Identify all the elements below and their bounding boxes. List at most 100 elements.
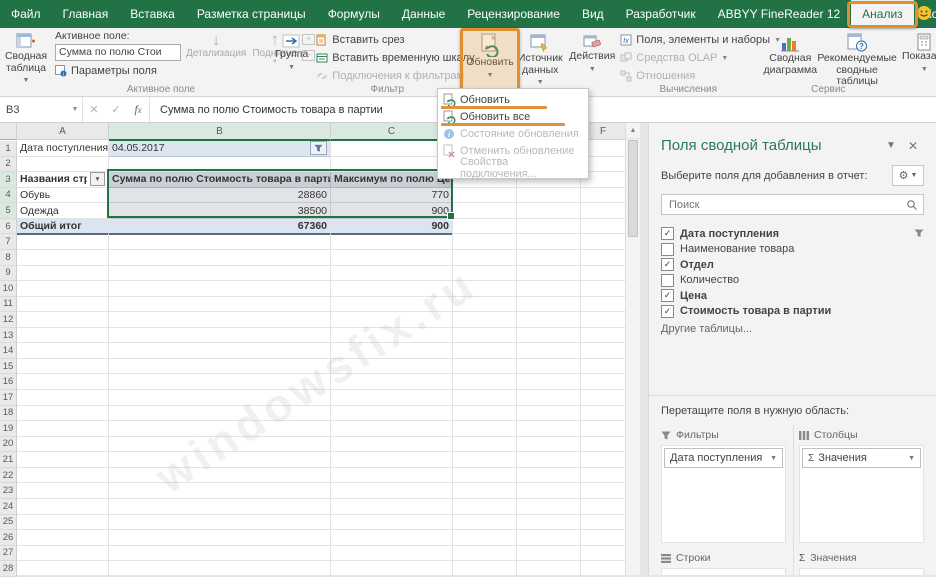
cell-E10[interactable] <box>517 281 581 297</box>
cell-C25[interactable] <box>331 515 453 531</box>
field-chip[interactable]: Дата поступления ▼ <box>664 448 783 468</box>
formula-text[interactable]: Сумма по полю Стоимость товара в партии <box>150 104 383 116</box>
filters-area-box[interactable]: Дата поступления ▼ <box>661 445 786 543</box>
cell-D26[interactable] <box>453 530 517 546</box>
cell-F16[interactable] <box>581 374 626 390</box>
cell-C21[interactable] <box>331 452 453 468</box>
applied-filter-icon[interactable] <box>310 141 327 155</box>
cell-E4[interactable] <box>517 188 581 204</box>
cell-A8[interactable] <box>17 250 109 266</box>
field-checkbox[interactable]: ✓ <box>661 305 674 318</box>
filter-group-item[interactable]: Вставить срез <box>316 32 458 48</box>
cell-F20[interactable] <box>581 437 626 453</box>
cell-F22[interactable] <box>581 468 626 484</box>
cell-E22[interactable] <box>517 468 581 484</box>
row-header-18[interactable]: 18 <box>0 406 17 422</box>
field-checkbox[interactable]: ✓ <box>661 289 674 302</box>
cell-F15[interactable] <box>581 359 626 375</box>
cell-D16[interactable] <box>453 374 517 390</box>
cell-F4[interactable] <box>581 188 626 204</box>
field-chip[interactable]: Σ Значения ▼ <box>802 448 921 468</box>
row-header-8[interactable]: 8 <box>0 250 17 266</box>
pivot-chart-button[interactable]: Сводная диаграмма <box>761 30 819 91</box>
drill-down-button[interactable]: ↓ Детализация <box>185 30 247 79</box>
cell-F7[interactable] <box>581 234 626 250</box>
cell-B7[interactable] <box>109 234 331 250</box>
cell-E5[interactable] <box>517 203 581 219</box>
row-header-14[interactable]: 14 <box>0 343 17 359</box>
cell-D5[interactable] <box>453 203 517 219</box>
menu-item-обновить[interactable]: Обновить <box>438 91 588 108</box>
cell-C22[interactable] <box>331 468 453 484</box>
column-header-B[interactable]: B <box>109 123 331 141</box>
cell-C4[interactable]: 770 <box>331 188 453 204</box>
cell-F6[interactable] <box>581 219 626 235</box>
field-row-отдел[interactable]: ✓Отдел <box>661 257 924 273</box>
cell-A26[interactable] <box>17 530 109 546</box>
cell-E23[interactable] <box>517 483 581 499</box>
row-header-20[interactable]: 20 <box>0 437 17 453</box>
field-checkbox[interactable] <box>661 243 674 256</box>
cell-C24[interactable] <box>331 499 453 515</box>
cell-D23[interactable] <box>453 483 517 499</box>
field-row-наименование-товара[interactable]: Наименование товара <box>661 242 924 258</box>
cell-C8[interactable] <box>331 250 453 266</box>
tab-Разметка страницы[interactable]: Разметка страницы <box>186 0 317 28</box>
insert-function-icon[interactable]: fx <box>127 102 149 117</box>
cell-F11[interactable] <box>581 297 626 313</box>
cell-D20[interactable] <box>453 437 517 453</box>
row-header-5[interactable]: 5 <box>0 203 17 219</box>
cell-E21[interactable] <box>517 452 581 468</box>
cell-D28[interactable] <box>453 561 517 577</box>
cell-C7[interactable] <box>331 234 453 250</box>
cell-C28[interactable] <box>331 561 453 577</box>
tab-Анализ[interactable]: Анализ <box>851 0 914 28</box>
cell-D11[interactable] <box>453 297 517 313</box>
field-checkbox[interactable]: ✓ <box>661 258 674 271</box>
change-data-source-button[interactable]: Источник данных ▼ <box>516 30 565 92</box>
cell-A11[interactable] <box>17 297 109 313</box>
tab-Главная[interactable]: Главная <box>52 0 120 28</box>
confirm-entry-icon[interactable]: ✓ <box>105 103 127 116</box>
cell-F18[interactable] <box>581 406 626 422</box>
cell-F13[interactable] <box>581 328 626 344</box>
cell-D13[interactable] <box>453 328 517 344</box>
cell-E11[interactable] <box>517 297 581 313</box>
cell-A25[interactable] <box>17 515 109 531</box>
row-header-26[interactable]: 26 <box>0 530 17 546</box>
cell-A20[interactable] <box>17 437 109 453</box>
cell-F19[interactable] <box>581 421 626 437</box>
cell-E20[interactable] <box>517 437 581 453</box>
cell-A13[interactable] <box>17 328 109 344</box>
row-header-28[interactable]: 28 <box>0 561 17 577</box>
cell-A17[interactable] <box>17 390 109 406</box>
cell-B21[interactable] <box>109 452 331 468</box>
cell-D8[interactable] <box>453 250 517 266</box>
cell-F24[interactable] <box>581 499 626 515</box>
cell-A9[interactable] <box>17 266 109 282</box>
row-header-24[interactable]: 24 <box>0 499 17 515</box>
cell-D25[interactable] <box>453 515 517 531</box>
cell-B2[interactable] <box>109 157 331 173</box>
cell-A19[interactable] <box>17 421 109 437</box>
pivot-table-button[interactable]: Сводная таблица ▼ <box>3 30 49 90</box>
field-checkbox[interactable]: ✓ <box>661 227 674 240</box>
row-header-21[interactable]: 21 <box>0 452 17 468</box>
field-row-дата-поступления[interactable]: ✓Дата поступления <box>661 226 924 242</box>
active-field-input[interactable]: Сумма по полю Стои <box>55 44 181 61</box>
cell-A12[interactable] <box>17 312 109 328</box>
tab-Рецензирование[interactable]: Рецензирование <box>456 0 571 28</box>
cell-B19[interactable] <box>109 421 331 437</box>
cell-E7[interactable] <box>517 234 581 250</box>
scroll-up-icon[interactable]: ▲ <box>626 123 640 139</box>
cell-E13[interactable] <box>517 328 581 344</box>
cell-D24[interactable] <box>453 499 517 515</box>
cell-F21[interactable] <box>581 452 626 468</box>
row-header-15[interactable]: 15 <box>0 359 17 375</box>
cell-B24[interactable] <box>109 499 331 515</box>
cell-E16[interactable] <box>517 374 581 390</box>
cell-F17[interactable] <box>581 390 626 406</box>
cell-E8[interactable] <box>517 250 581 266</box>
cell-B1[interactable]: 04.05.2017 <box>109 141 331 157</box>
name-box-dropdown-icon[interactable]: ▼ <box>68 106 82 113</box>
